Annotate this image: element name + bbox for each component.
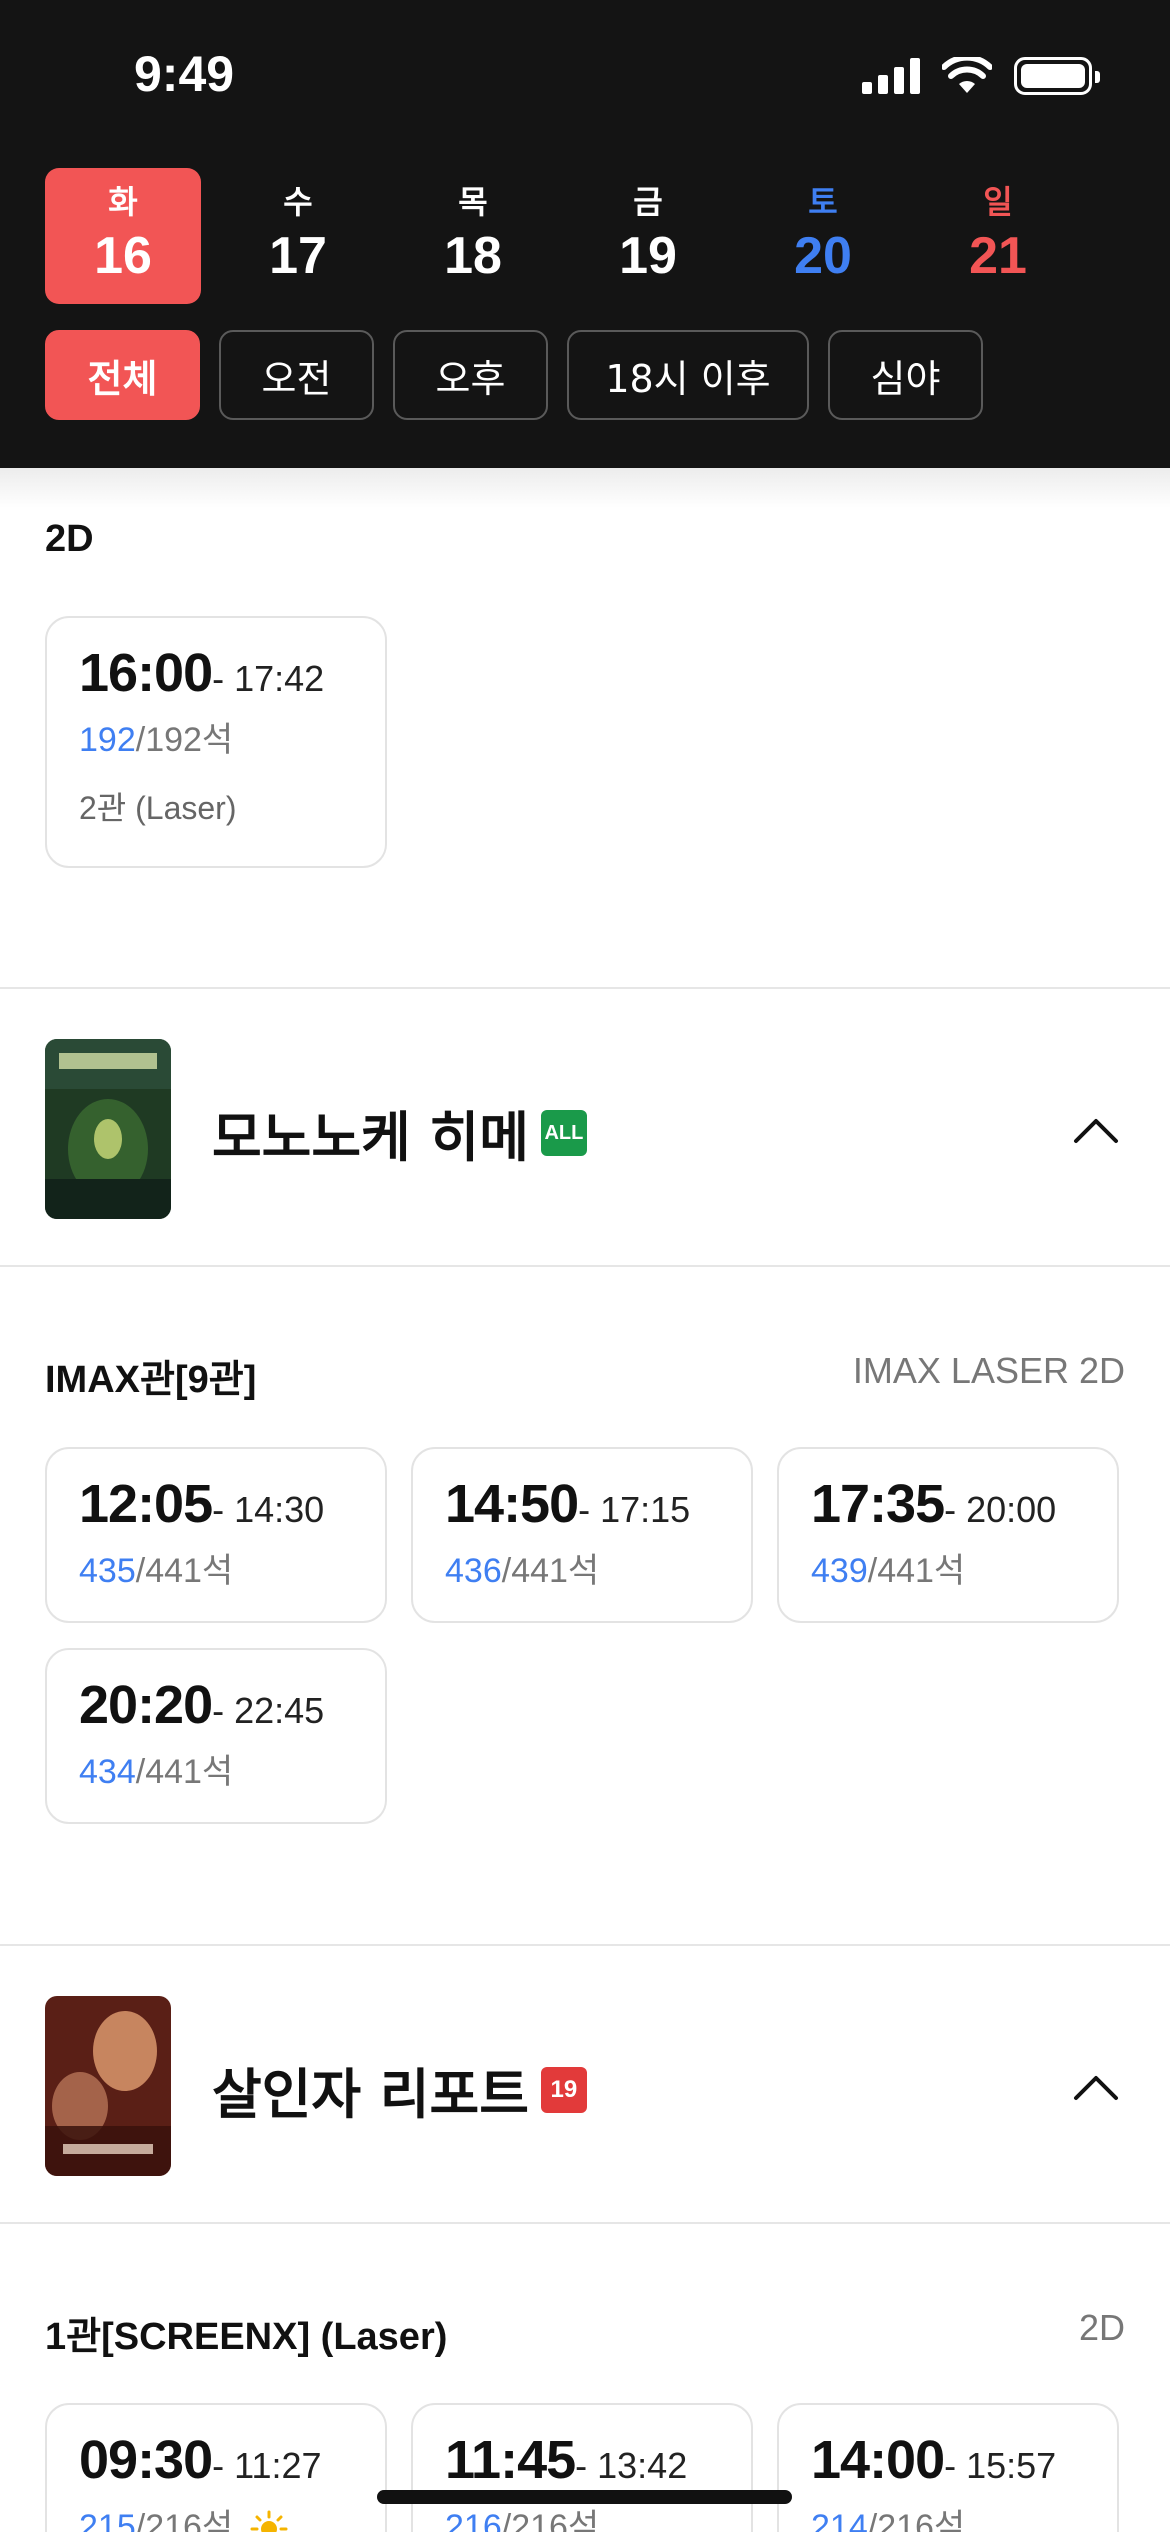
showtime-start: 17:35 (811, 1474, 945, 1534)
showtime-end: - 11:27 (212, 2445, 322, 2486)
date-dow: 금 (633, 183, 663, 221)
showtime-card[interactable]: 17:35- 20:00 439/441석 (777, 1447, 1119, 1623)
showtime-start: 20:20 (79, 1675, 213, 1735)
filter-afternoon[interactable]: 오후 (393, 330, 548, 420)
seats-available: 435 (79, 1552, 136, 1590)
seats-available: 436 (445, 1552, 502, 1590)
showtime-start: 12:05 (79, 1474, 213, 1534)
date-dow: 수 (283, 183, 313, 221)
wifi-icon (942, 57, 992, 93)
cellular-signal-icon (862, 58, 920, 94)
showtime-end: - 17:42 (212, 658, 325, 699)
seats-total: 216석 (511, 2508, 600, 2532)
movie-title: 모노노케 히메 ALL (212, 1093, 587, 1172)
date-dow: 토 (808, 183, 838, 221)
date-item[interactable]: 일 21 (920, 168, 1076, 304)
showtime-end: - 13:42 (575, 2445, 688, 2486)
movie-poster (45, 1996, 171, 2176)
divider (0, 2222, 1170, 2224)
showtime-card[interactable]: 12:05- 14:30 435/441석 (45, 1447, 387, 1623)
screen-format: 2D (1078, 2307, 1125, 2348)
seats-total: 192석 (145, 721, 234, 759)
showtime-card[interactable]: 11:45- 13:42 216/216석 (411, 2403, 753, 2532)
screen-format: IMAX LASER 2D (852, 1350, 1125, 1391)
chevron-up-icon[interactable] (1072, 1107, 1120, 1155)
showtime-end: - 22:45 (212, 1690, 325, 1731)
seats-available: 439 (811, 1552, 868, 1590)
header: 9:49 화 16 수 17 목 18 금 19 토 20 일 21 전체 오전… (0, 0, 1170, 468)
date-num: 17 (269, 227, 327, 285)
showtime-start: 09:30 (79, 2430, 213, 2490)
movie-header[interactable]: 모노노케 히메 ALL (0, 989, 1170, 1265)
showtime-start: 16:00 (79, 643, 213, 703)
movie-title: 살인자 리포트 19 (212, 2050, 587, 2129)
screen-title: IMAX관[9관] (45, 1359, 257, 1401)
date-num: 16 (94, 227, 152, 285)
showtime-card[interactable]: 20:20- 22:45 434/441석 (45, 1648, 387, 1824)
seats-available: 192 (79, 721, 136, 759)
date-item[interactable]: 화 16 (45, 168, 201, 304)
divider (0, 1265, 1170, 1267)
movie-header[interactable]: 살인자 리포트 19 (0, 1946, 1170, 2222)
seats-total: 441석 (877, 1552, 966, 1590)
movie-title-text: 모노노케 히메 (212, 1106, 529, 1169)
seats-available: 214 (811, 2508, 868, 2532)
movie-poster (45, 1039, 171, 1219)
movie-title-text: 살인자 리포트 (212, 2063, 529, 2126)
seats-available: 434 (79, 1753, 136, 1791)
home-indicator (377, 2490, 792, 2504)
showtime-card[interactable]: 16:00- 17:42 192/192석 2관 (Laser) (45, 616, 387, 868)
showtime-start: 14:50 (445, 1474, 579, 1534)
sun-icon (250, 2510, 288, 2532)
showtime-end: - 20:00 (944, 1489, 1057, 1530)
chevron-up-icon[interactable] (1072, 2064, 1120, 2112)
filter-after-18[interactable]: 18시 이후 (567, 330, 809, 420)
filter-all[interactable]: 전체 (45, 330, 200, 420)
battery-icon (1014, 57, 1100, 95)
rating-badge: ALL (540, 1109, 587, 1156)
showtime-end: - 15:57 (944, 2445, 1057, 2486)
date-item[interactable]: 수 17 (220, 168, 376, 304)
status-icons (862, 56, 1100, 96)
date-dow: 일 (983, 183, 1013, 221)
header-shadow (0, 468, 1170, 508)
filter-late-night[interactable]: 심야 (828, 330, 983, 420)
date-dow: 화 (108, 183, 138, 221)
showtime-card[interactable]: 14:00- 15:57 214/216석 (777, 2403, 1119, 2532)
date-item[interactable]: 목 18 (395, 168, 551, 304)
seats-total: 216석 (145, 2508, 234, 2532)
seats-total: 441석 (511, 1552, 600, 1590)
date-selector: 화 16 수 17 목 18 금 19 토 20 일 21 (45, 168, 1076, 304)
rating-badge: 19 (540, 2066, 587, 2113)
showtime-card[interactable]: 09:30- 11:27 215/216석 (45, 2403, 387, 2532)
seats-total: 441석 (145, 1552, 234, 1590)
showtime-start: 11:45 (445, 2430, 576, 2490)
filter-morning[interactable]: 오전 (219, 330, 374, 420)
seats-total: 441석 (145, 1753, 234, 1791)
screen-title: 1관[SCREENX] (Laser) (45, 2316, 448, 2358)
showtime-start: 14:00 (811, 2430, 945, 2490)
seats-available: 216 (445, 2508, 502, 2532)
date-item[interactable]: 토 20 (745, 168, 901, 304)
showtime-end: - 17:15 (578, 1489, 691, 1530)
date-dow: 목 (458, 183, 488, 221)
showtime-card[interactable]: 14:50- 17:15 436/441석 (411, 1447, 753, 1623)
showtime-end: - 14:30 (212, 1489, 325, 1530)
date-num: 19 (619, 227, 677, 285)
showtime-room: 2관 (Laser) (79, 790, 237, 826)
section-title: 2D (45, 518, 94, 560)
date-num: 18 (444, 227, 502, 285)
date-num: 21 (969, 227, 1027, 285)
date-item[interactable]: 금 19 (570, 168, 726, 304)
date-num: 20 (794, 227, 852, 285)
time-filter: 전체 오전 오후 18시 이후 심야 (45, 330, 983, 420)
status-time: 9:49 (134, 46, 235, 102)
seats-available: 215 (79, 2508, 136, 2532)
seats-total: 216석 (877, 2508, 966, 2532)
